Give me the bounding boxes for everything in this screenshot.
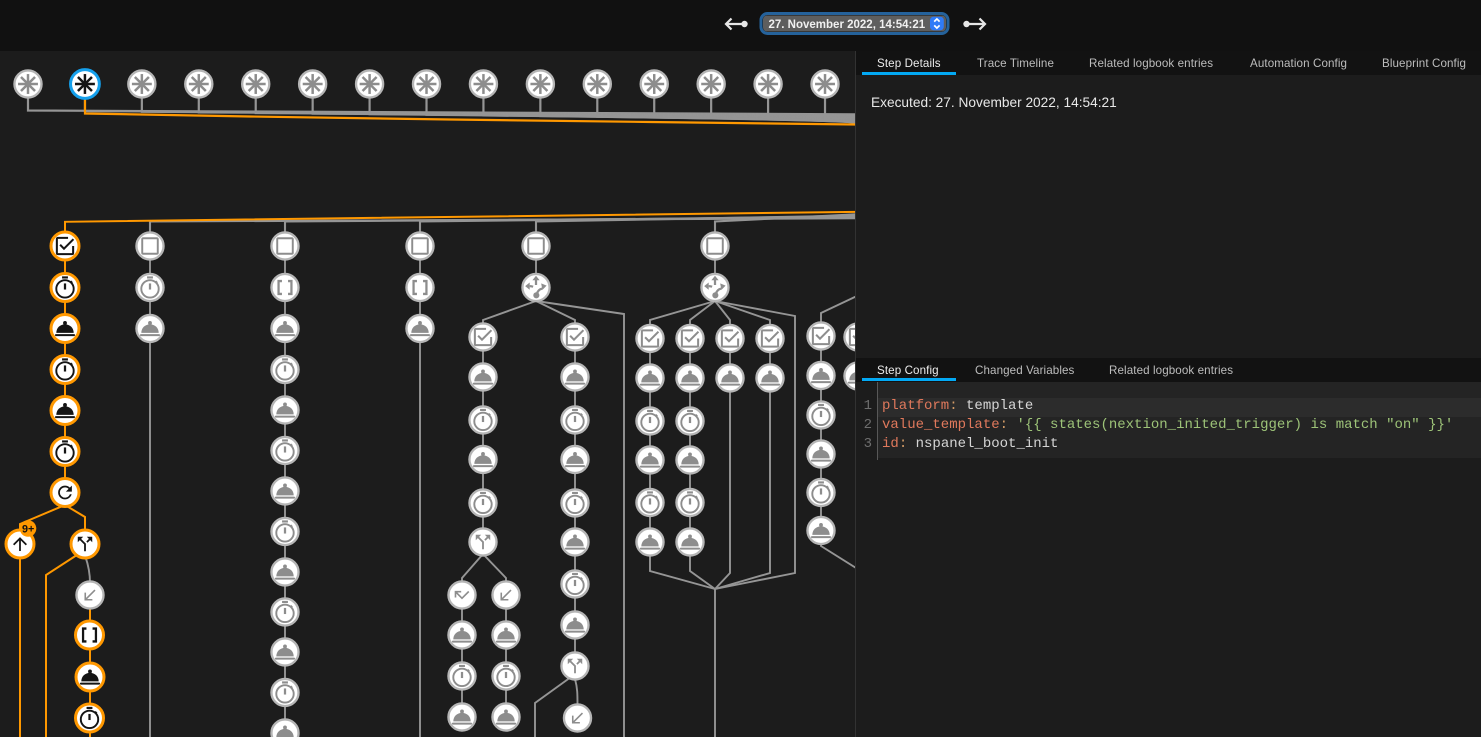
svg-text:27. November 2022, 14:54:21: 27. November 2022, 14:54:21 [769, 19, 926, 31]
svg-text:9+: 9+ [22, 523, 34, 535]
